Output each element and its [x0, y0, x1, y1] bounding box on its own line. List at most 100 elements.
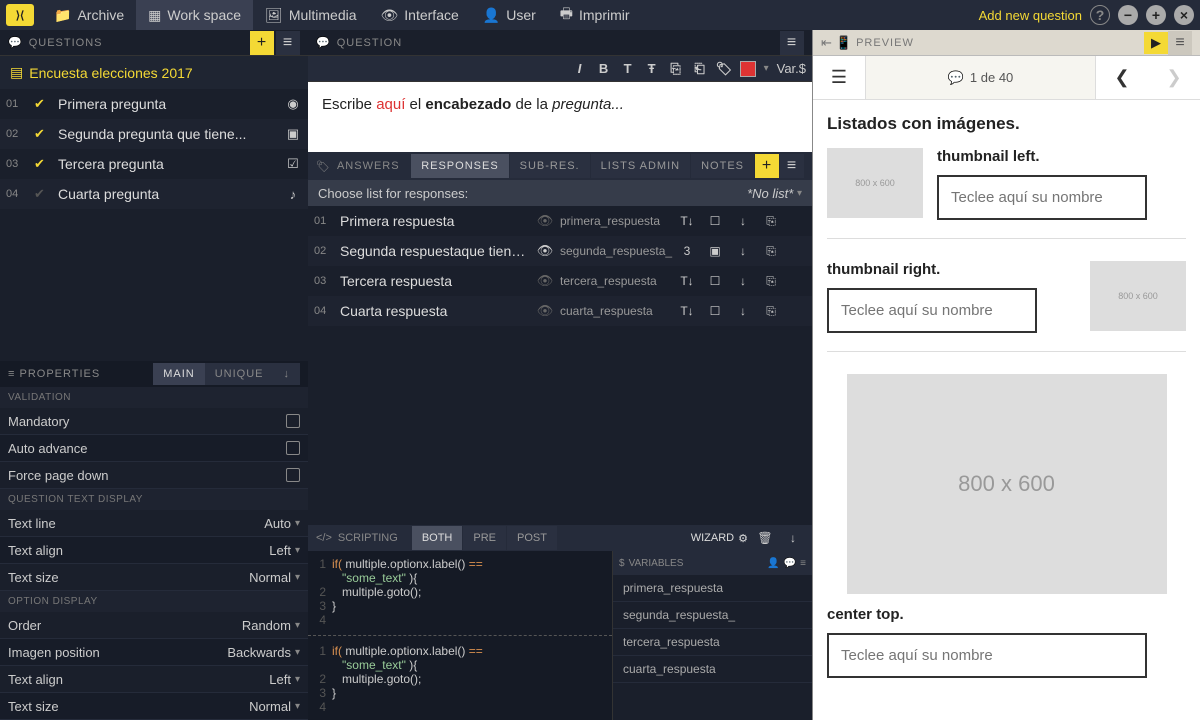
- add-button[interactable]: +: [1146, 5, 1166, 25]
- name-input-center[interactable]: [827, 633, 1147, 678]
- strike-button[interactable]: Ŧ: [644, 61, 660, 76]
- tab-notes[interactable]: NOTES: [691, 154, 754, 178]
- eye-icon[interactable]: 👁: [536, 273, 554, 289]
- menu-multimedia[interactable]: 🖼Multimedia: [253, 0, 368, 33]
- app-logo[interactable]: ⟩⟨: [6, 4, 34, 26]
- questions-header: 💬 QUESTIONS + ≡: [0, 30, 308, 56]
- menu-user[interactable]: 👤User: [471, 0, 548, 33]
- preview-menu-button[interactable]: ≡: [1168, 31, 1192, 55]
- question-row[interactable]: 02✔Segunda pregunta que tiene...▣: [0, 119, 308, 149]
- image-icon[interactable]: ▣: [704, 244, 726, 258]
- prop-textalign[interactable]: Text alignLeft▾: [0, 537, 308, 564]
- question-row[interactable]: 04✔Cuarta pregunta♪: [0, 179, 308, 209]
- down-icon[interactable]: ↓: [782, 531, 804, 545]
- close-button[interactable]: ×: [1174, 5, 1194, 25]
- answer-row[interactable]: 02Segunda respuestaque tiene...👁segunda_…: [308, 236, 812, 266]
- name-input-left[interactable]: [937, 175, 1147, 220]
- down-icon[interactable]: ↓: [732, 244, 754, 258]
- question-menu-button[interactable]: ≡: [780, 31, 804, 55]
- box-icon[interactable]: ☐: [704, 214, 726, 228]
- play-button[interactable]: ▶: [1144, 32, 1168, 54]
- down-icon[interactable]: ↓: [732, 214, 754, 228]
- checkbox-icon[interactable]: [286, 441, 300, 455]
- variable-item[interactable]: tercera_respuesta: [613, 629, 812, 656]
- minimize-button[interactable]: −: [1118, 5, 1138, 25]
- prop-forcepage[interactable]: Force page down: [0, 462, 308, 489]
- eye-icon[interactable]: 👁: [536, 243, 554, 259]
- down-icon[interactable]: ↓: [732, 304, 754, 318]
- tab-both[interactable]: BOTH: [412, 526, 463, 550]
- answer-row[interactable]: 04Cuarta respuesta👁cuarta_respuestaT↓☐↓⎘: [308, 296, 812, 326]
- menu-workspace[interactable]: ▦Work space: [136, 0, 253, 33]
- down-icon[interactable]: ↓: [732, 274, 754, 288]
- var-button[interactable]: Var.$: [777, 61, 806, 76]
- prop-textline[interactable]: Text lineAuto▾: [0, 510, 308, 537]
- add-question-link[interactable]: Add new question: [979, 8, 1082, 23]
- prop-mandatory[interactable]: Mandatory: [0, 408, 308, 435]
- answers-menu-button[interactable]: ≡: [780, 154, 804, 178]
- hamburger-button[interactable]: ☰: [813, 56, 865, 100]
- prop-autoadvance[interactable]: Auto advance: [0, 435, 308, 462]
- menu-print[interactable]: 🖶Imprimir: [548, 0, 642, 33]
- variable-item[interactable]: primera_respuesta: [613, 575, 812, 602]
- chat-icon[interactable]: 💬: [784, 558, 796, 569]
- expand-icon[interactable]: ⇤: [821, 35, 832, 51]
- tab-down[interactable]: ↓: [274, 363, 301, 385]
- editor-toolbar: I B T Ŧ ⎘ ⎗ 🏷 ▾ Var.$: [308, 56, 812, 82]
- text-button[interactable]: T: [620, 61, 636, 76]
- wizard-button[interactable]: WIZARD ⚙: [691, 532, 748, 545]
- list-selector[interactable]: Choose list for responses: *No list* ▾: [308, 180, 812, 206]
- color-swatch[interactable]: [740, 61, 756, 77]
- prev-button[interactable]: ❮: [1096, 56, 1148, 100]
- pager: 💬1 de 40: [865, 56, 1096, 99]
- trash-icon[interactable]: 🗑: [754, 531, 776, 545]
- name-input-right[interactable]: [827, 288, 1037, 333]
- copy-button[interactable]: ⎘: [668, 61, 684, 77]
- paste-button[interactable]: ⎗: [692, 61, 708, 77]
- next-button[interactable]: ❯: [1148, 56, 1200, 100]
- tag-button[interactable]: 🏷: [716, 61, 732, 77]
- menu-icon[interactable]: ≡: [800, 558, 806, 569]
- tab-responses[interactable]: RESPONSES: [411, 154, 508, 178]
- checkbox-icon[interactable]: [286, 468, 300, 482]
- add-question-button[interactable]: +: [250, 31, 274, 55]
- help-button[interactable]: ?: [1090, 5, 1110, 25]
- eye-icon[interactable]: 👁: [536, 213, 554, 229]
- tab-post[interactable]: POST: [507, 526, 557, 550]
- menu-archive[interactable]: 📁Archive: [42, 0, 136, 33]
- question-row[interactable]: 03✔Tercera pregunta☑: [0, 149, 308, 179]
- variable-item[interactable]: cuarta_respuesta: [613, 656, 812, 683]
- user-icon[interactable]: 👤: [767, 558, 779, 569]
- copy-icon[interactable]: ⎘: [760, 214, 782, 229]
- tab-main[interactable]: MAIN: [153, 363, 205, 385]
- question-row[interactable]: 01✔Primera pregunta◉: [0, 89, 308, 119]
- box-icon[interactable]: ☐: [704, 274, 726, 288]
- copy-icon[interactable]: ⎘: [760, 244, 782, 259]
- chevron-down-icon[interactable]: ▾: [764, 63, 769, 74]
- menu-interface[interactable]: 👁Interface: [369, 0, 471, 33]
- tab-unique[interactable]: UNIQUE: [205, 363, 274, 385]
- variable-item[interactable]: segunda_respuesta_: [613, 602, 812, 629]
- checkbox-icon[interactable]: [286, 414, 300, 428]
- prop-order[interactable]: OrderRandom▾: [0, 612, 308, 639]
- copy-icon[interactable]: ⎘: [760, 304, 782, 319]
- copy-icon[interactable]: ⎘: [760, 274, 782, 289]
- question-editor[interactable]: Escribe aquí el encabezado de la pregunt…: [308, 82, 812, 152]
- bold-button[interactable]: B: [596, 61, 612, 76]
- questions-menu-button[interactable]: ≡: [276, 31, 300, 55]
- box-icon[interactable]: ☐: [704, 304, 726, 318]
- code-editor-pre[interactable]: 1if( multiple.optionx.label() == "some_t…: [308, 551, 612, 720]
- italic-button[interactable]: I: [572, 61, 588, 76]
- eye-icon[interactable]: 👁: [536, 303, 554, 319]
- answer-row[interactable]: 03Tercera respuesta👁tercera_respuestaT↓☐…: [308, 266, 812, 296]
- prop-textsize[interactable]: Text sizeNormal▾: [0, 564, 308, 591]
- prop-textsize2[interactable]: Text sizeNormal▾: [0, 693, 308, 720]
- survey-title[interactable]: ▤Encuesta elecciones 2017: [0, 56, 308, 89]
- prop-imgpos[interactable]: Imagen positionBackwards▾: [0, 639, 308, 666]
- add-answer-button[interactable]: +: [755, 154, 779, 178]
- prop-textalign2[interactable]: Text alignLeft▾: [0, 666, 308, 693]
- tab-pre[interactable]: PRE: [463, 526, 506, 550]
- tab-subres[interactable]: SUB-RES.: [510, 154, 590, 178]
- answer-row[interactable]: 01Primera respuesta👁primera_respuestaT↓☐…: [308, 206, 812, 236]
- tab-lists[interactable]: LISTS ADMIN: [591, 154, 690, 178]
